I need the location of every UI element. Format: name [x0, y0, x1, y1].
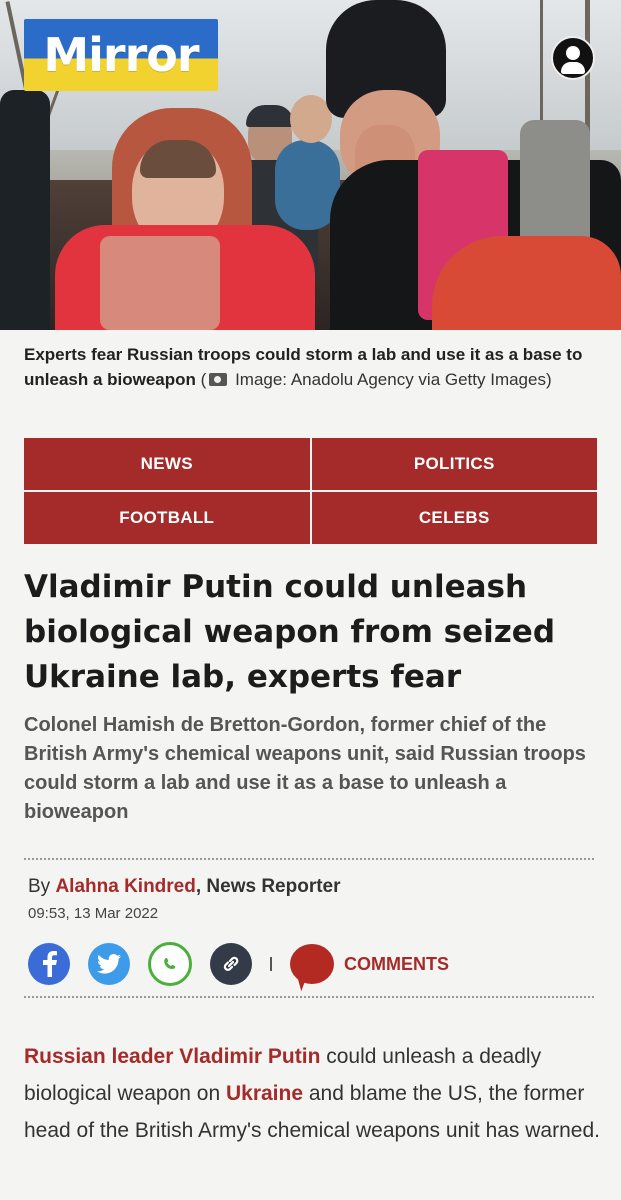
facebook-icon[interactable]: [28, 943, 70, 985]
article-body: Russian leader Vladimir Putin could unle…: [24, 1038, 600, 1149]
body-link-ukraine[interactable]: Ukraine: [226, 1082, 303, 1105]
camera-icon: [209, 373, 228, 386]
nav-politics[interactable]: POLITICS: [311, 438, 597, 490]
divider-bottom: [24, 996, 594, 998]
whatsapp-icon[interactable]: [148, 942, 192, 986]
comments-label: COMMENTS: [344, 953, 449, 974]
hero-image: Mirror: [0, 0, 621, 330]
comments-button[interactable]: COMMENTS: [290, 944, 449, 984]
article-headline: Vladimir Putin could unleash biological …: [24, 569, 556, 695]
twitter-icon[interactable]: [88, 943, 130, 985]
image-caption: Experts fear Russian troops could storm …: [0, 330, 621, 413]
mirror-logo[interactable]: Mirror: [24, 19, 218, 91]
body-link-putin[interactable]: Russian leader Vladimir Putin: [24, 1045, 320, 1068]
nav-football[interactable]: FOOTBALL: [24, 492, 310, 544]
section-nav: NEWS POLITICS FOOTBALL CELEBS: [24, 438, 597, 544]
share-bar: COMMENTS: [28, 941, 449, 987]
author-role: , News Reporter: [195, 876, 341, 897]
timestamp: 09:53, 13 Mar 2022: [28, 905, 159, 922]
byline: By Alahna Kindred, News Reporter: [28, 876, 341, 898]
share-separator: [270, 957, 272, 971]
divider-top: [24, 858, 594, 860]
user-circle-icon[interactable]: [551, 36, 595, 80]
caption-credit: Image: Anadolu Agency via Getty Images): [235, 370, 552, 389]
nav-celebs[interactable]: CELEBS: [311, 492, 597, 544]
article-standfirst: Colonel Hamish de Bretton-Gordon, former…: [24, 714, 586, 823]
nav-news[interactable]: NEWS: [24, 438, 310, 490]
author-link[interactable]: Alahna Kindred: [55, 876, 195, 897]
byline-prefix: By: [28, 876, 56, 897]
caption-open-paren: (: [200, 370, 207, 389]
comment-bubble-icon: [290, 944, 334, 984]
link-icon[interactable]: [210, 943, 252, 985]
